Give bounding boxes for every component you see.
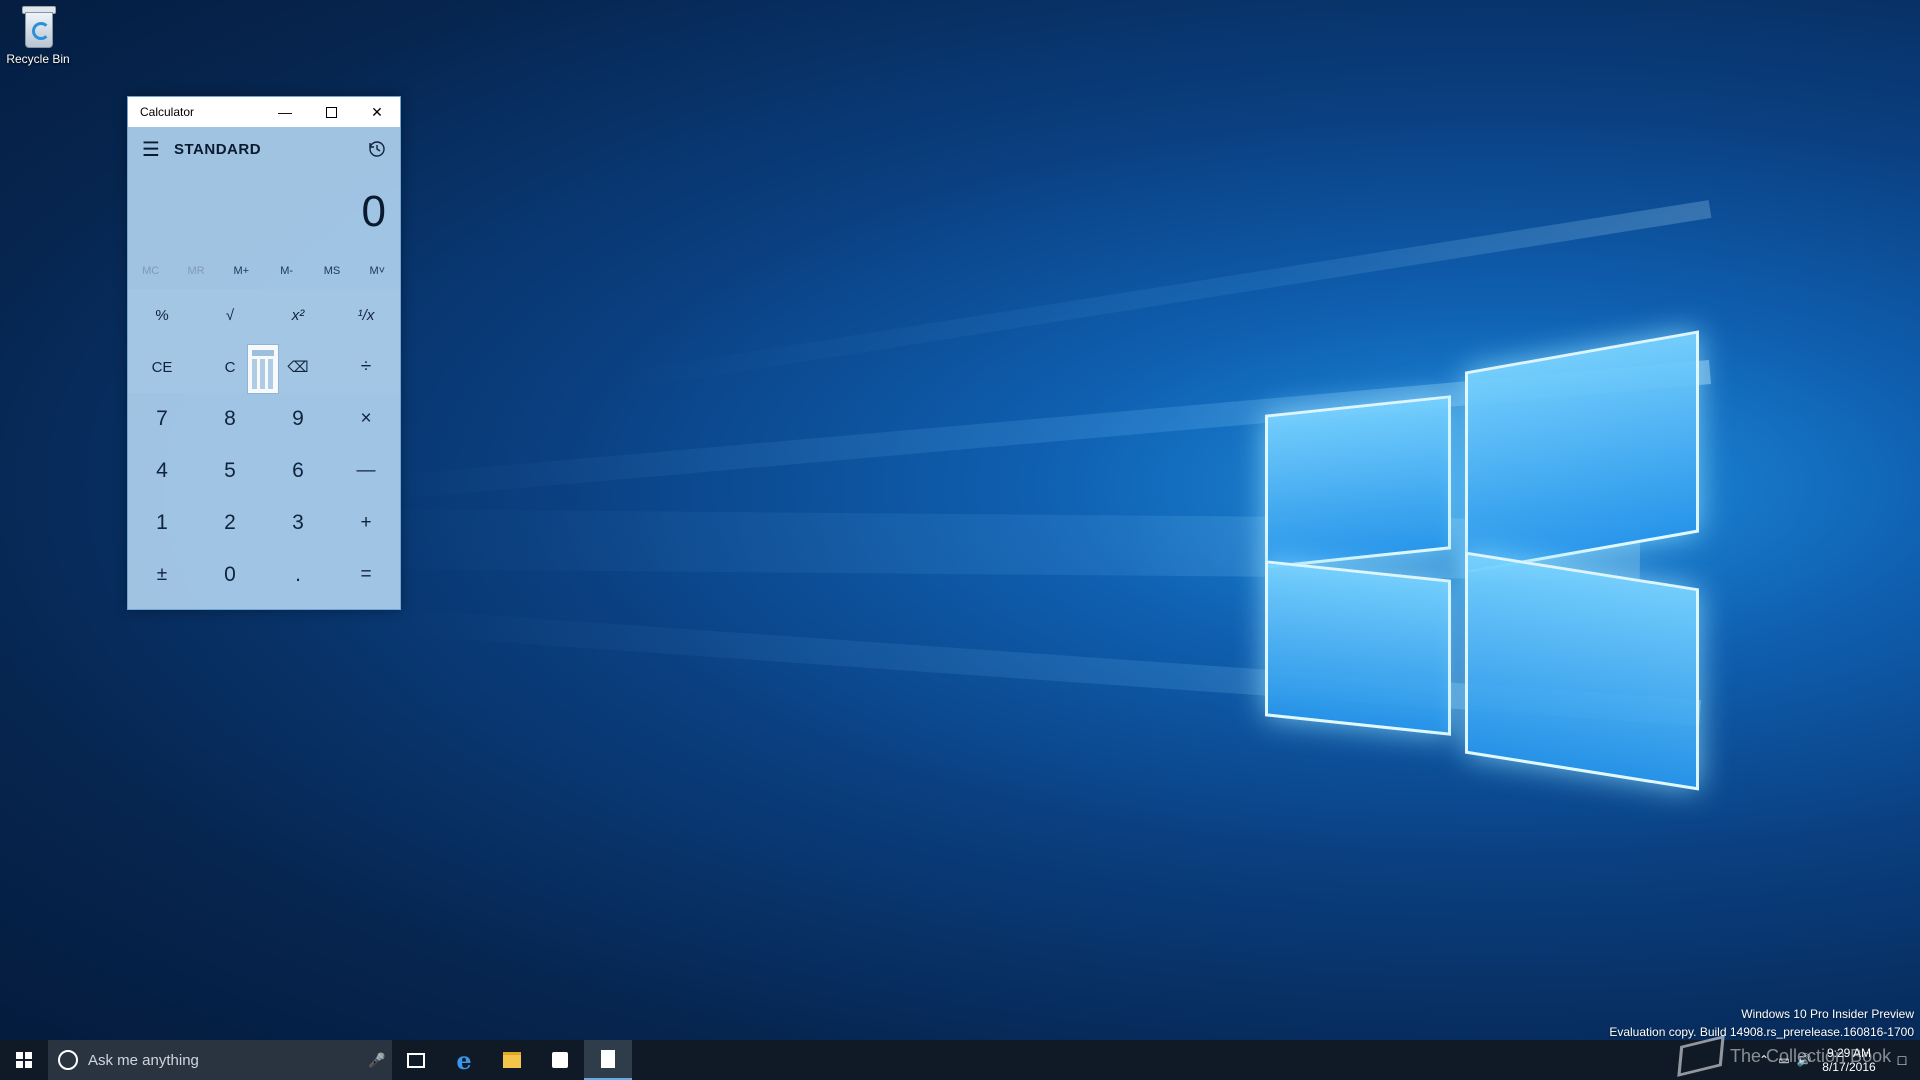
minimize-button[interactable]: — bbox=[262, 97, 308, 127]
taskbar: Ask me anything 🎤 e ⌃ ▭ 🔊 9:29 AM 8/17/2… bbox=[0, 1040, 1920, 1080]
equals-button[interactable]: = bbox=[332, 549, 400, 601]
zero-button[interactable]: 0 bbox=[196, 549, 264, 601]
reciprocal-button[interactable]: ¹/x bbox=[332, 289, 400, 341]
calculator-mode-title: STANDARD bbox=[174, 140, 262, 158]
microphone-icon[interactable]: 🎤 bbox=[362, 1052, 392, 1069]
result-display: 0 bbox=[361, 187, 386, 236]
two-button[interactable]: 2 bbox=[196, 497, 264, 549]
one-button[interactable]: 1 bbox=[128, 497, 196, 549]
task-view-button[interactable] bbox=[392, 1040, 440, 1080]
calculator-taskbar-button[interactable] bbox=[584, 1040, 632, 1080]
plus-button[interactable]: + bbox=[332, 497, 400, 549]
store-taskbar-button[interactable] bbox=[536, 1040, 584, 1080]
history-icon bbox=[369, 141, 385, 157]
memory-bar: MC MR M+ M- MS M˅ bbox=[128, 253, 400, 289]
memory-store-button[interactable]: MS bbox=[309, 265, 354, 277]
calculator-appbar: ☰ STANDARD bbox=[128, 127, 400, 171]
negate-button[interactable]: ± bbox=[128, 549, 196, 601]
maximize-button[interactable] bbox=[308, 97, 354, 127]
edge-taskbar-button[interactable]: e bbox=[440, 1040, 488, 1080]
window-title: Calculator bbox=[140, 105, 195, 119]
brand-text: The Collection Book bbox=[1730, 1045, 1892, 1066]
store-icon bbox=[552, 1052, 568, 1068]
minimize-icon: — bbox=[278, 104, 292, 120]
start-button[interactable] bbox=[0, 1040, 48, 1080]
folder-icon bbox=[503, 1052, 521, 1068]
close-button[interactable]: ✕ bbox=[354, 97, 400, 127]
recycle-bin-label: Recycle Bin bbox=[6, 52, 70, 66]
memory-recall-button[interactable]: MR bbox=[173, 265, 218, 277]
task-view-icon bbox=[407, 1052, 425, 1068]
calculator-titlebar[interactable]: Calculator — ✕ bbox=[128, 97, 400, 127]
square-button[interactable]: x² bbox=[264, 289, 332, 341]
three-button[interactable]: 3 bbox=[264, 497, 332, 549]
search-placeholder: Ask me anything bbox=[88, 1051, 199, 1069]
four-button[interactable]: 4 bbox=[128, 445, 196, 497]
divide-button[interactable]: ÷ bbox=[332, 341, 400, 393]
five-button[interactable]: 5 bbox=[196, 445, 264, 497]
eight-button[interactable]: 8 bbox=[196, 393, 264, 445]
cortana-icon bbox=[58, 1050, 78, 1070]
memory-list-button[interactable]: M˅ bbox=[355, 265, 400, 277]
decimal-button[interactable]: . bbox=[264, 549, 332, 601]
clear-entry-button[interactable]: CE bbox=[128, 341, 196, 393]
drag-calculator-icon bbox=[247, 344, 279, 394]
square-root-button[interactable]: √ bbox=[196, 289, 264, 341]
hamburger-icon: ☰ bbox=[142, 138, 160, 161]
windows-start-icon bbox=[16, 1052, 32, 1068]
cortana-search-box[interactable]: Ask me anything 🎤 bbox=[48, 1040, 392, 1080]
maximize-icon bbox=[325, 106, 337, 118]
windows-logo bbox=[1265, 330, 1705, 791]
minus-button[interactable]: — bbox=[332, 445, 400, 497]
navigation-menu-button[interactable]: ☰ bbox=[128, 137, 174, 162]
book-icon bbox=[1677, 1035, 1725, 1077]
memory-subtract-button[interactable]: M- bbox=[264, 265, 309, 277]
recycle-bin-icon bbox=[20, 6, 56, 48]
memory-add-button[interactable]: M+ bbox=[219, 265, 264, 277]
nine-button[interactable]: 9 bbox=[264, 393, 332, 445]
file-explorer-taskbar-button[interactable] bbox=[488, 1040, 536, 1080]
close-icon: ✕ bbox=[371, 103, 383, 120]
brand-watermark: The Collection Book bbox=[1677, 1035, 1920, 1077]
watermark-edition: Windows 10 Pro Insider Preview bbox=[1741, 1007, 1914, 1021]
multiply-button[interactable]: × bbox=[332, 393, 400, 445]
history-button[interactable] bbox=[354, 140, 400, 158]
seven-button[interactable]: 7 bbox=[128, 393, 196, 445]
calculator-icon bbox=[601, 1050, 615, 1068]
percent-button[interactable]: % bbox=[128, 289, 196, 341]
edge-icon: e bbox=[456, 1045, 472, 1075]
memory-clear-button[interactable]: MC bbox=[128, 265, 173, 277]
keypad: % √ x² ¹/x CE C ⌫ ÷ 7 8 9 × 4 5 6 — 1 2 … bbox=[128, 289, 400, 601]
six-button[interactable]: 6 bbox=[264, 445, 332, 497]
recycle-bin-shortcut[interactable]: Recycle Bin bbox=[4, 6, 72, 66]
